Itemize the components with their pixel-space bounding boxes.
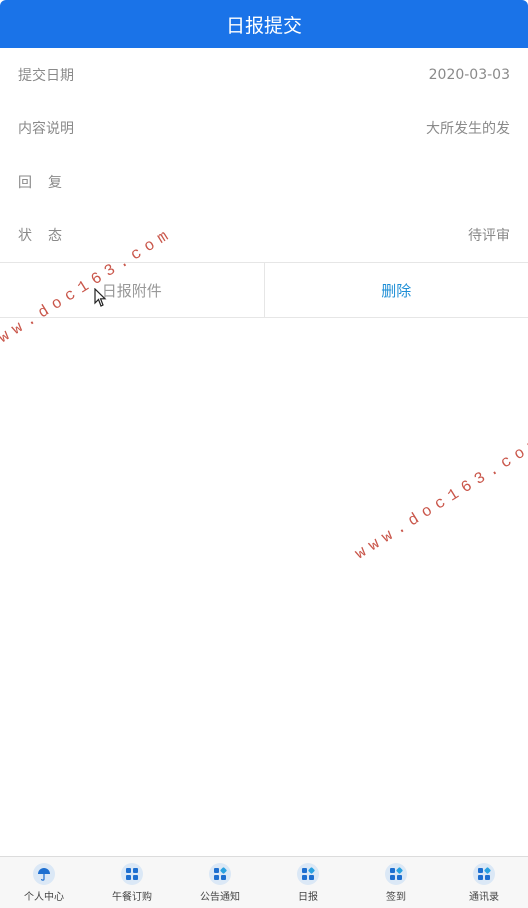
value-content: 大所发生的发 (426, 118, 510, 138)
row-status: 状态 待评审 (0, 209, 528, 263)
tab-label: 公告通知 (200, 888, 240, 903)
label-submit-date: 提交日期 (18, 65, 74, 85)
grid-icon (473, 863, 495, 885)
grid-icon (385, 863, 407, 885)
tab-label: 午餐订购 (112, 888, 152, 903)
tab-daily-report[interactable]: 日报 (264, 857, 352, 908)
tab-check-in[interactable]: 签到 (352, 857, 440, 908)
umbrella-icon (33, 863, 55, 885)
tab-contacts[interactable]: 通讯录 (440, 857, 528, 908)
label-content: 内容说明 (18, 118, 74, 138)
tab-label: 个人中心 (24, 888, 64, 903)
tab-announcements[interactable]: 公告通知 (176, 857, 264, 908)
grid-icon (121, 863, 143, 885)
tab-label: 通讯录 (469, 888, 499, 903)
delete-button[interactable]: 删除 (265, 263, 528, 317)
watermark-text: www.doc163.com (352, 432, 528, 563)
page-title: 日报提交 (226, 11, 302, 38)
row-content: 内容说明 大所发生的发 (0, 102, 528, 156)
tab-label: 签到 (386, 888, 406, 903)
tab-personal-center[interactable]: 个人中心 (0, 857, 88, 908)
tab-lunch-order[interactable]: 午餐订购 (88, 857, 176, 908)
grid-icon (209, 863, 231, 885)
value-status: 待评审 (468, 225, 510, 245)
label-reply: 回复 (18, 172, 78, 192)
report-details: 提交日期 2020-03-03 内容说明 大所发生的发 回复 状态 待评审 (0, 48, 528, 262)
page-header: 日报提交 (0, 0, 528, 48)
mouse-cursor-icon (94, 288, 108, 308)
grid-icon (297, 863, 319, 885)
value-submit-date: 2020-03-03 (429, 67, 510, 83)
label-status: 状态 (18, 225, 78, 245)
row-submit-date: 提交日期 2020-03-03 (0, 48, 528, 102)
row-reply: 回复 (0, 155, 528, 209)
tab-label: 日报 (298, 888, 318, 903)
bottom-tab-bar: 个人中心 午餐订购 公告通知 日报 签到 通讯录 (0, 856, 528, 908)
